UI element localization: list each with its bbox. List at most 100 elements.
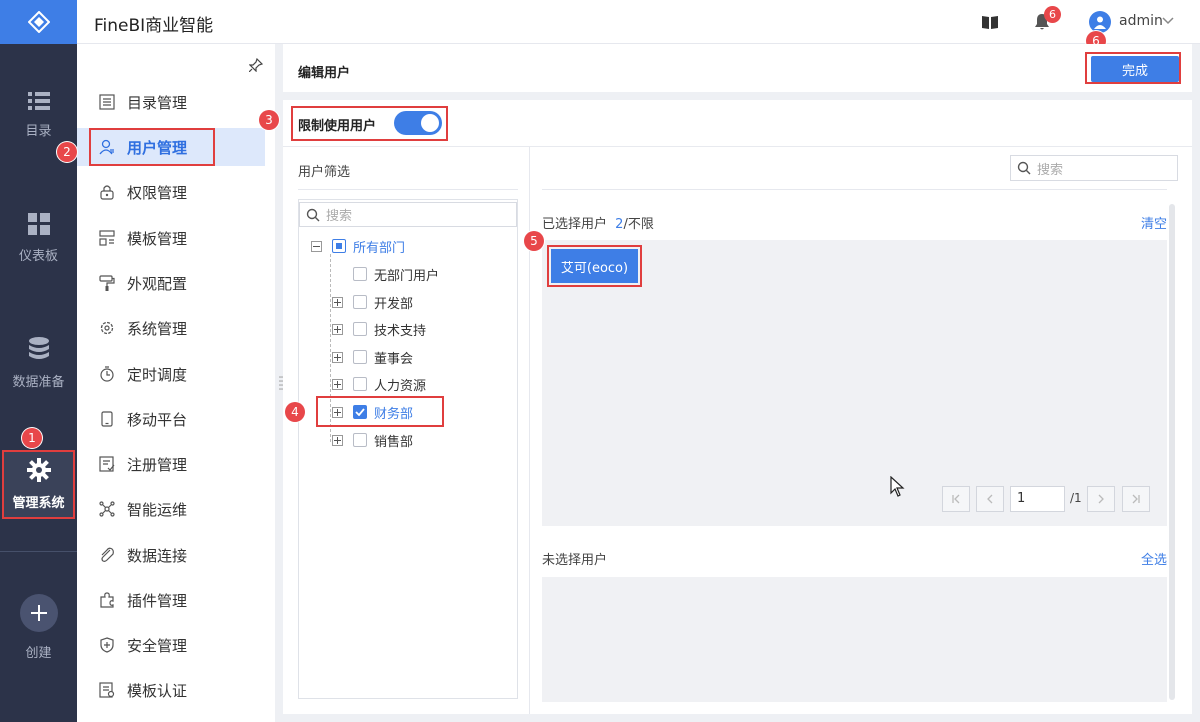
checkbox[interactable] — [353, 350, 367, 364]
sidebar-item-plugin[interactable]: 插件管理 — [77, 581, 265, 619]
tree-label: 销售部 — [374, 434, 414, 450]
link-icon — [101, 547, 114, 562]
page-header: 编辑用户 完成 — [283, 44, 1192, 92]
checkbox-partial[interactable] — [332, 239, 346, 253]
selected-users-label: 已选择用户 2/不限 — [542, 213, 654, 232]
tree-node[interactable]: 开发部 — [332, 291, 413, 313]
plus-icon — [19, 594, 58, 632]
template-icon — [99, 230, 115, 246]
tree-label: 财务部 — [374, 406, 414, 422]
filter-title: 用户筛选 — [298, 165, 351, 180]
sidebar-item-label: 注册管理 — [127, 455, 188, 474]
list-icon — [27, 92, 50, 110]
mobile-icon — [101, 411, 113, 427]
selected-label: 已选择用户 — [542, 217, 608, 232]
sidebar-item-mobile[interactable]: 移动平台 — [77, 400, 265, 438]
rail-label: 创建 — [25, 646, 52, 661]
sidebar-item-label: 移动平台 — [127, 410, 188, 429]
network-icon — [99, 501, 115, 517]
done-button[interactable]: 完成 — [1091, 56, 1179, 82]
checkbox[interactable] — [353, 295, 367, 309]
tree-node-finance[interactable]: 财务部 — [332, 401, 413, 423]
rail-item-dashboard[interactable]: 仪表板 — [0, 213, 77, 283]
tree-node[interactable]: 无部门用户 — [353, 263, 439, 285]
tree-node[interactable]: 销售部 — [332, 429, 413, 451]
first-page-button[interactable] — [942, 486, 970, 512]
top-bar: FineBI商业智能 6 admin 6 — [77, 0, 1200, 51]
expand-icon[interactable] — [332, 378, 343, 390]
app-title: FineBI商业智能 — [94, 16, 214, 36]
search-placeholder: 搜索 — [326, 209, 353, 224]
expand-icon[interactable] — [332, 351, 343, 363]
rail-divider — [0, 551, 77, 552]
checkbox[interactable] — [353, 322, 367, 336]
book-icon[interactable] — [982, 15, 998, 29]
tree-label: 所有部门 — [353, 240, 406, 256]
checkbox[interactable] — [353, 377, 367, 391]
restrict-toggle[interactable] — [394, 111, 442, 135]
sidebar-item-appearance[interactable]: 外观配置 — [77, 264, 265, 302]
page-input[interactable]: 1 — [1010, 486, 1065, 512]
next-page-button[interactable] — [1087, 486, 1115, 512]
page-title: 编辑用户 — [298, 66, 351, 81]
rail-label: 管理系统 — [12, 496, 65, 511]
user-name[interactable]: admin — [1119, 13, 1163, 29]
sidebar-item-label: 智能运维 — [127, 500, 188, 519]
clear-link[interactable]: 清空 — [1141, 213, 1167, 232]
sidebar-item-ops[interactable]: 智能运维 — [77, 490, 265, 528]
sidebar-item-data-connection[interactable]: 数据连接 — [77, 536, 265, 574]
pin-icon[interactable] — [249, 58, 263, 72]
tree-label: 人力资源 — [374, 378, 427, 394]
gear-icon — [100, 321, 114, 335]
sidebar-item-label: 插件管理 — [127, 591, 188, 610]
tree-node[interactable]: 人力资源 — [332, 373, 426, 395]
sidebar-item-template-cert[interactable]: 模板认证 — [77, 671, 265, 709]
rail-label: 仪表板 — [18, 249, 58, 264]
tree-node[interactable]: 技术支持 — [332, 318, 426, 340]
scrollbar[interactable] — [1169, 204, 1175, 700]
expand-icon[interactable] — [332, 296, 343, 308]
avatar[interactable] — [1089, 11, 1111, 33]
sidebar-item-label: 模板管理 — [127, 229, 188, 248]
checkbox[interactable] — [353, 267, 367, 281]
expand-icon[interactable] — [332, 323, 343, 335]
sidebar-item-label: 模板认证 — [127, 681, 188, 700]
puzzle-icon — [100, 592, 114, 608]
rail-item-data-prep[interactable]: 数据准备 — [0, 337, 77, 407]
clock-icon — [100, 366, 114, 382]
tree-label: 技术支持 — [374, 323, 427, 339]
sidebar-item-system-mgmt[interactable]: 系统管理 — [77, 309, 265, 347]
chevron-down-icon[interactable] — [1162, 17, 1174, 25]
search-icon — [1017, 161, 1031, 175]
app-logo[interactable] — [0, 0, 77, 44]
last-page-button[interactable] — [1122, 486, 1150, 512]
select-all-link[interactable]: 全选 — [1141, 549, 1167, 568]
edit-user-panel: 限制使用用户 3 用户筛选 搜索 所有部门 无部门用户 开发部 技术支持 董事会… — [259, 100, 1192, 714]
user-search-input[interactable]: 搜索 — [1010, 155, 1178, 181]
rail-item-admin[interactable]: 管理系统 — [2, 450, 75, 519]
expand-icon[interactable] — [332, 406, 343, 418]
checkbox-checked[interactable] — [353, 405, 367, 419]
sidebar-item-registration[interactable]: 注册管理 — [77, 445, 265, 483]
left-rail: 目录 仪表板 数据准备 管理系统 创建 — [0, 0, 77, 722]
tree-node[interactable]: 董事会 — [332, 346, 413, 368]
sidebar-item-security[interactable]: 安全管理 — [77, 626, 265, 664]
collapse-icon[interactable] — [311, 240, 322, 252]
sidebar-item-permission-mgmt[interactable]: 权限管理 — [77, 173, 265, 211]
sidebar-item-catalog-mgmt[interactable]: 目录管理 — [77, 83, 265, 121]
selected-user-chip[interactable]: 艾可(eoco) — [551, 249, 638, 283]
gear-icon — [26, 458, 51, 482]
prev-page-button[interactable] — [976, 486, 1004, 512]
admin-sidebar: 目录管理 用户管理 权限管理 模板管理 外观配置 系统管理 定时调度 移动平台 … — [57, 44, 275, 722]
expand-icon[interactable] — [332, 434, 343, 446]
divider — [298, 189, 518, 190]
divider — [283, 146, 1192, 147]
register-icon — [99, 456, 115, 472]
sidebar-item-schedule[interactable]: 定时调度 — [77, 355, 265, 393]
rail-item-create[interactable]: 创建 — [0, 594, 77, 664]
sidebar-item-template-mgmt[interactable]: 模板管理 — [77, 219, 265, 257]
tree-node-root[interactable]: 所有部门 — [311, 235, 405, 257]
tree-search-input[interactable]: 搜索 — [299, 202, 517, 227]
sidebar-item-user-mgmt[interactable]: 用户管理 — [77, 128, 265, 166]
checkbox[interactable] — [353, 433, 367, 447]
